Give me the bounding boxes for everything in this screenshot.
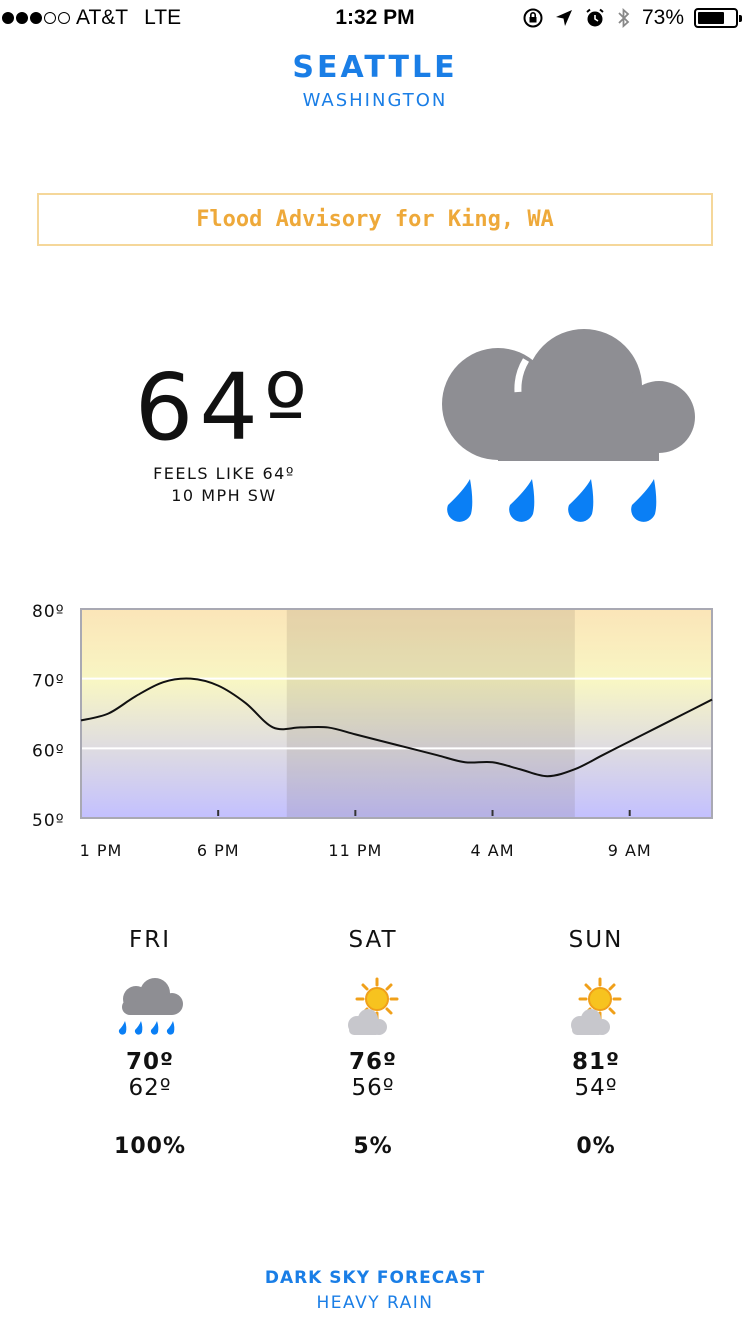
- forecast-day-sat: SAT 76º 56º 5%: [293, 927, 453, 1159]
- dark-sky-forecast-title: DARK SKY FORECAST: [264, 1268, 486, 1288]
- chart-y-tick-label: 80º: [32, 602, 65, 622]
- state-name: WASHINGTON: [302, 90, 448, 111]
- chart-y-tick-label: 70º: [32, 672, 65, 692]
- day-high: 81º: [572, 1049, 620, 1075]
- forecast-summary: HEAVY RAIN: [316, 1293, 434, 1313]
- chart-x-tick-label: 4 AM: [471, 841, 515, 860]
- forecast-day-sun: SUN 81º 54º 0%: [516, 927, 676, 1159]
- alarm-icon: [586, 8, 604, 27]
- bluetooth-icon: [618, 7, 630, 29]
- chart-x-tick-label: 11 PM: [328, 841, 382, 860]
- day-precip: 100%: [114, 1134, 186, 1159]
- chart-y-labels: 80º 70º 60º 50º: [32, 602, 65, 831]
- hourly-temperature-chart: 80º 70º 60º 50º 1 PM 6 PM 11 PM 4 AM 9 AM: [32, 602, 713, 860]
- battery-fill: [698, 12, 725, 24]
- chart-night-band: [286, 609, 575, 818]
- day-low: 62º: [128, 1075, 172, 1101]
- partly-sunny-icon: [571, 977, 622, 1035]
- feels-like-text: FEELS LIKE 64º: [153, 464, 295, 483]
- flood-advisory-banner[interactable]: Flood Advisory for King, WA: [37, 193, 713, 246]
- forecast-day-fri: FRI 70º 62º 100%: [70, 927, 230, 1159]
- day-name: FRI: [129, 927, 171, 953]
- city-name: SEATTLE: [292, 50, 458, 85]
- chart-y-tick-label: 60º: [32, 741, 65, 761]
- day-low: 56º: [351, 1075, 395, 1101]
- status-right: 73%: [522, 6, 742, 30]
- orientation-lock-icon: [523, 8, 543, 28]
- wind-text: 10 MPH SW: [171, 486, 277, 505]
- chart-x-tick-label: 6 PM: [197, 841, 240, 860]
- day-high: 76º: [349, 1049, 397, 1075]
- day-low: 54º: [574, 1075, 618, 1101]
- location-arrow-icon: [555, 10, 572, 26]
- status-bar: AT&T LTE 1:32 PM 73%: [0, 0, 750, 40]
- chart-y-tick-label: 50º: [32, 811, 65, 831]
- current-temperature: 64º: [134, 354, 314, 461]
- day-precip: 0%: [576, 1134, 616, 1159]
- heavy-rain-icon: [442, 329, 695, 522]
- chart-x-tick-label: 1 PM: [80, 841, 123, 860]
- battery-icon: [694, 8, 742, 28]
- rain-icon: [118, 978, 183, 1035]
- day-name: SAT: [348, 927, 398, 953]
- advisory-text: Flood Advisory for King, WA: [196, 207, 554, 232]
- day-name: SUN: [568, 927, 624, 953]
- chart-x-tick-label: 9 AM: [608, 841, 652, 860]
- chart-x-labels: 1 PM 6 PM 11 PM 4 AM 9 AM: [80, 841, 652, 860]
- day-high: 70º: [126, 1049, 174, 1075]
- day-precip: 5%: [353, 1134, 393, 1159]
- battery-percent: 73%: [641, 6, 684, 29]
- partly-sunny-icon: [348, 977, 399, 1035]
